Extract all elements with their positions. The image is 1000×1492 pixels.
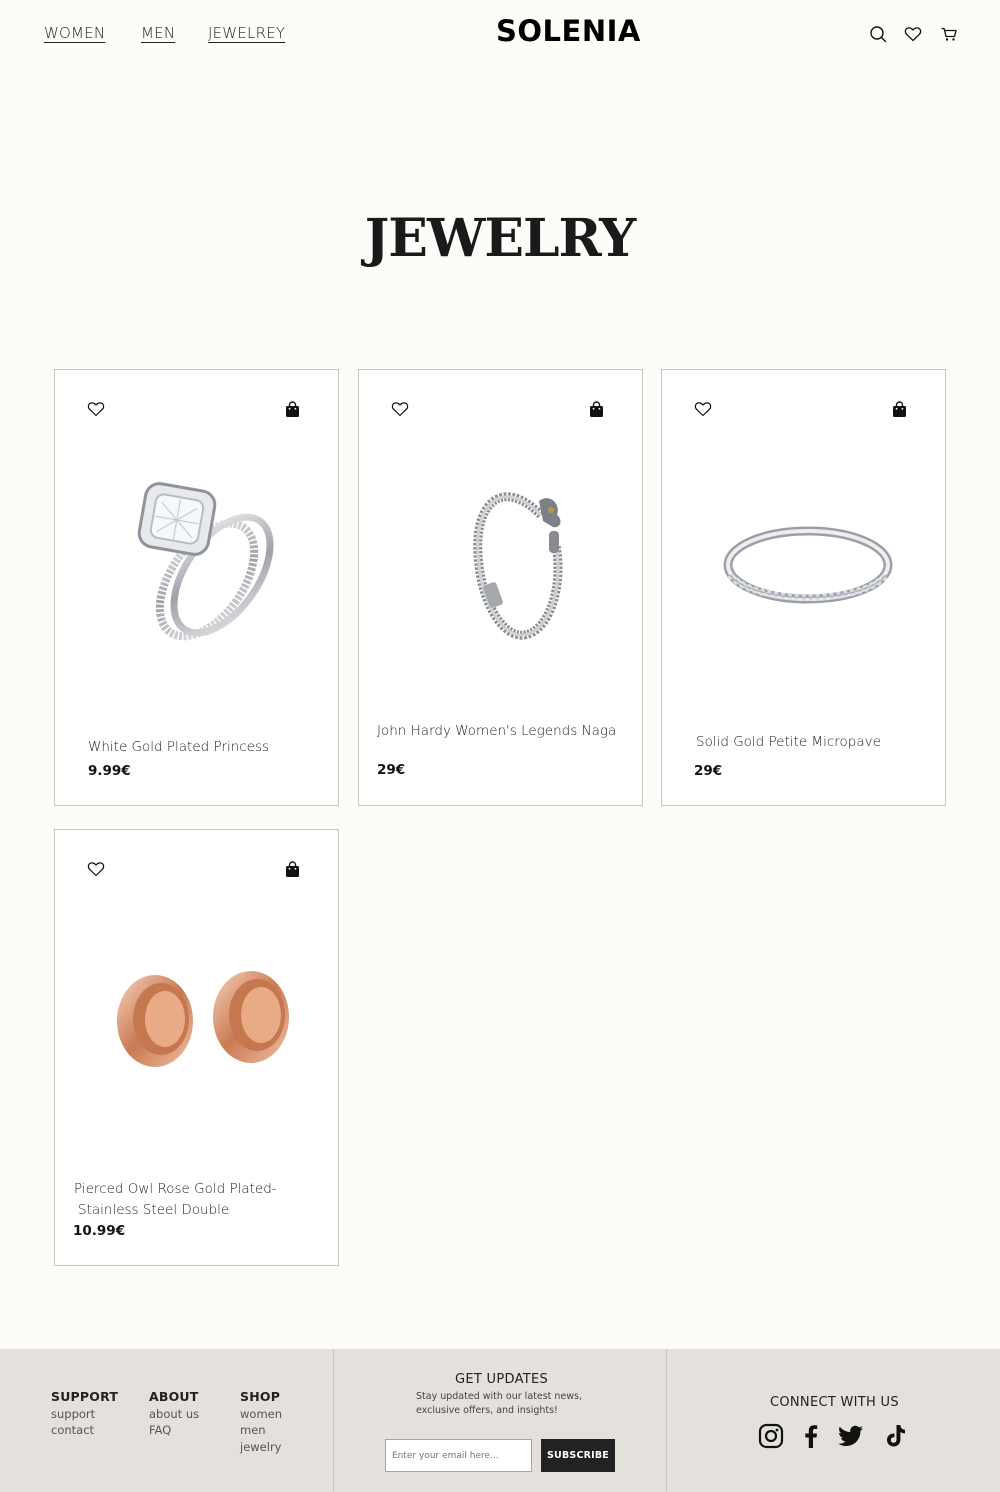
- shopping-bag-icon[interactable]: [589, 401, 604, 418]
- product-name-line-2[interactable]: Stainless Steel Double: [78, 1200, 229, 1221]
- product-name[interactable]: Solid Gold Petite Micropave: [696, 732, 881, 753]
- site-logo[interactable]: SOLENIA: [496, 14, 641, 48]
- heart-icon[interactable]: [391, 400, 409, 418]
- shopping-bag-icon[interactable]: [892, 401, 907, 418]
- about-heading: ABOUT: [149, 1389, 199, 1404]
- heart-icon[interactable]: [87, 400, 105, 418]
- product-name[interactable]: White Gold Plated Princess: [88, 737, 269, 758]
- heart-icon[interactable]: [87, 860, 105, 878]
- email-input[interactable]: [385, 1439, 532, 1472]
- instagram-icon[interactable]: [758, 1423, 784, 1449]
- product-image[interactable]: [694, 465, 914, 655]
- product-price: 10.99€: [73, 1223, 126, 1239]
- product-price: 9.99€: [88, 763, 131, 779]
- footer-divider: [333, 1349, 334, 1492]
- shopping-bag-icon[interactable]: [285, 861, 300, 878]
- cart-icon[interactable]: [940, 25, 958, 43]
- twitter-icon[interactable]: [837, 1423, 865, 1449]
- about-us-link[interactable]: about us: [149, 1407, 199, 1421]
- product-image[interactable]: [87, 925, 307, 1115]
- updates-text-line: Stay updated with our latest news,: [416, 1391, 583, 1402]
- site-footer: SUPPORT support contact ABOUT about us F…: [0, 1349, 1000, 1492]
- product-card[interactable]: White Gold Plated Princess 9.99€: [54, 369, 339, 806]
- contact-link[interactable]: contact: [51, 1423, 94, 1437]
- product-image[interactable]: [87, 465, 307, 655]
- site-header: WOMEN MEN JEWELREY SOLENIA: [0, 0, 1000, 70]
- support-heading: SUPPORT: [51, 1389, 119, 1404]
- subscribe-button[interactable]: SUBSCRIBE: [541, 1439, 615, 1472]
- product-name[interactable]: John Hardy Women's Legends Naga: [377, 721, 616, 742]
- nav-jewelry[interactable]: JEWELREY: [208, 24, 285, 42]
- product-name[interactable]: Pierced Owl Rose Gold Plated-: [74, 1179, 277, 1200]
- shop-jewelry-link[interactable]: jewelry: [240, 1440, 281, 1454]
- updates-text-line: exclusive offers, and insights!: [416, 1405, 558, 1416]
- shop-women-link[interactable]: women: [240, 1407, 282, 1421]
- shop-men-link[interactable]: men: [240, 1423, 266, 1437]
- connect-title: CONNECT WITH US: [770, 1395, 899, 1410]
- facebook-icon[interactable]: [803, 1423, 819, 1449]
- product-card[interactable]: Solid Gold Petite Micropave 29€: [661, 369, 946, 806]
- shop-heading: SHOP: [240, 1389, 281, 1404]
- nav-men[interactable]: MEN: [141, 24, 175, 42]
- tiktok-icon[interactable]: [885, 1423, 907, 1449]
- heart-icon[interactable]: [904, 25, 922, 43]
- product-price: 29€: [694, 763, 723, 779]
- support-link[interactable]: support: [51, 1407, 95, 1421]
- faq-link[interactable]: FAQ: [149, 1423, 171, 1437]
- footer-divider: [666, 1349, 667, 1492]
- updates-title: GET UPDATES: [455, 1372, 549, 1387]
- nav-women[interactable]: WOMEN: [44, 24, 105, 42]
- product-image[interactable]: [391, 465, 611, 655]
- product-price: 29€: [377, 762, 406, 778]
- shopping-bag-icon[interactable]: [285, 401, 300, 418]
- product-card[interactable]: Pierced Owl Rose Gold Plated- Stainless …: [54, 829, 339, 1266]
- product-card[interactable]: John Hardy Women's Legends Naga 29€: [358, 369, 643, 806]
- page-title: JEWELRY: [364, 208, 637, 269]
- heart-icon[interactable]: [694, 400, 712, 418]
- search-icon[interactable]: [869, 25, 887, 43]
